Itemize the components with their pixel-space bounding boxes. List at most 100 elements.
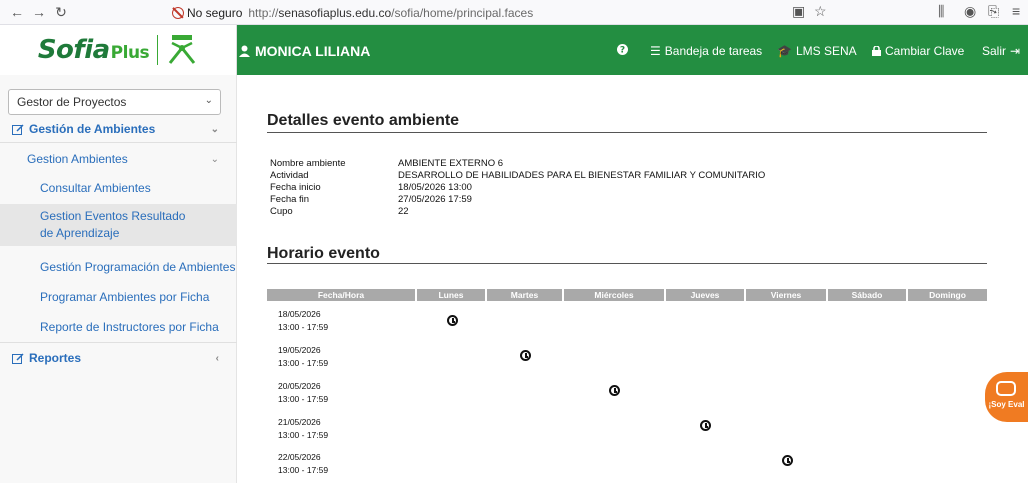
detail-value: 18/05/2026 13:00	[398, 182, 472, 193]
edit-icon	[12, 352, 24, 364]
schedule-date-cell: 21/05/2026 13:00 - 17:59	[278, 416, 328, 442]
schedule-row: 22/05/2026 13:00 - 17:59	[267, 447, 987, 483]
salir-link[interactable]: Salir ⇥	[982, 44, 1020, 58]
schedule-date-cell: 22/05/2026 13:00 - 17:59	[278, 451, 328, 477]
schedule-date: 20/05/2026	[278, 381, 321, 391]
top-nav-bar: MONICA LILIANA ? ☰ Bandeja de tareas 🎓 L…	[237, 25, 1028, 75]
detail-label: Fecha inicio	[270, 182, 321, 193]
user-menu[interactable]: MONICA LILIANA	[239, 43, 370, 59]
bandeja-tareas-link[interactable]: ☰ Bandeja de tareas	[650, 44, 762, 58]
detail-value: AMBIENTE EXTERNO 6	[398, 158, 504, 169]
chevron-down-icon: ⌄	[210, 153, 219, 165]
details-rule	[267, 132, 987, 133]
url-text[interactable]: http://senasofiaplus.edu.co/sofia/home/p…	[248, 6, 533, 20]
soy-eval-button[interactable]: ¡Soy Eval	[985, 372, 1028, 422]
schedule-header: Fecha/Hora Lunes Martes Miércoles Jueves…	[267, 289, 987, 301]
logo-main: Sofia	[37, 35, 110, 65]
schedule-row: 21/05/2026 13:00 - 17:59	[267, 412, 987, 448]
schedule-header-cell: Viernes	[746, 289, 828, 301]
detail-label: Nombre ambiente	[270, 158, 346, 169]
user-icon	[239, 45, 250, 57]
insecure-icon	[172, 6, 184, 19]
library-icon[interactable]: ⫼	[938, 3, 944, 20]
schedule-row: 20/05/2026 13:00 - 17:59	[267, 376, 987, 412]
extensions-icon[interactable]: ⎘	[988, 3, 999, 20]
menu-icon[interactable]: ≡	[1012, 3, 1020, 19]
clock-icon[interactable]	[782, 455, 793, 466]
bookmark-star-icon[interactable]: ☆	[814, 3, 827, 20]
detail-value: DESARROLLO DE HABILIDADES PARA EL BIENES…	[398, 170, 766, 181]
detail-row: Fecha fin 27/05/2026 17:59	[270, 194, 765, 206]
detail-label: Cupo	[270, 206, 293, 217]
url-prefix: http://	[248, 5, 279, 20]
menu-gestion-ambientes-label: Gestión de Ambientes	[29, 122, 156, 136]
menu-divider	[0, 142, 237, 143]
help-button[interactable]: ?	[617, 44, 628, 55]
sidebar: Gestor de Proyectos ⌄ Gestión de Ambient…	[0, 75, 237, 483]
user-name: MONICA LILIANA	[255, 43, 371, 59]
schedule-header-cell: Martes	[487, 289, 564, 301]
logo-wordmark: SofiaPlus	[37, 35, 150, 65]
cambiar-label: Cambiar Clave	[885, 44, 965, 58]
sidebar-item-label: Reporte de Instructores por Ficha	[40, 319, 219, 334]
schedule-time: 13:00 - 17:59	[278, 430, 329, 440]
schedule-row: 18/05/2026 13:00 - 17:59	[267, 304, 987, 340]
sidebar-item-gestion-programacion[interactable]: Gestión Programación de Ambientes	[0, 258, 237, 276]
cambiar-clave-link[interactable]: Cambiar Clave	[872, 44, 964, 58]
insecure-indicator[interactable]: No seguro	[172, 6, 242, 20]
schedule-header-cell: Sábado	[828, 289, 908, 301]
schedule-date: 22/05/2026	[278, 452, 321, 462]
schedule-date: 19/05/2026	[278, 345, 321, 355]
bandeja-label: Bandeja de tareas	[664, 44, 763, 58]
schedule-time: 13:00 - 17:59	[278, 465, 329, 475]
detail-label: Actividad	[270, 170, 309, 181]
reload-icon[interactable]: ↻	[50, 4, 72, 21]
sidebar-item-consultar-ambientes[interactable]: Consultar Ambientes	[0, 179, 237, 197]
project-select[interactable]: Gestor de Proyectos ⌄	[8, 89, 221, 115]
schedule-header-cell: Lunes	[417, 289, 487, 301]
sidebar-item-programar-ambientes[interactable]: Programar Ambientes por Ficha	[0, 288, 237, 306]
schedule-date: 18/05/2026	[278, 309, 321, 319]
schedule-time: 13:00 - 17:59	[278, 358, 329, 368]
project-select-value: Gestor de Proyectos	[17, 95, 127, 109]
clock-icon[interactable]	[609, 385, 620, 396]
submenu-gestion-ambientes[interactable]: Gestion Ambientes ⌄	[0, 150, 237, 168]
menu-gestion-ambientes[interactable]: Gestión de Ambientes ⌄	[0, 120, 237, 138]
forward-arrow-icon[interactable]: →	[28, 4, 50, 20]
schedule-date: 21/05/2026	[278, 417, 321, 427]
schedule-date-cell: 19/05/2026 13:00 - 17:59	[278, 344, 328, 370]
clock-icon[interactable]	[700, 420, 711, 431]
insecure-label: No seguro	[187, 5, 243, 20]
clock-icon[interactable]	[447, 315, 458, 326]
schedule-time: 13:00 - 17:59	[278, 322, 329, 332]
event-details: Nombre ambiente AMBIENTE EXTERNO 6 Activi…	[270, 158, 765, 218]
sign-out-icon: ⇥	[1010, 44, 1021, 58]
lms-sena-link[interactable]: 🎓 LMS SENA	[777, 44, 857, 58]
schedule-header-cell: Domingo	[929, 290, 966, 300]
schedule-header-cell: Jueves	[666, 289, 746, 301]
clock-icon[interactable]	[520, 350, 531, 361]
chevron-down-icon: ⌄	[204, 95, 213, 106]
menu-reportes-label: Reportes	[29, 351, 82, 365]
detail-row: Nombre ambiente AMBIENTE EXTERNO 6	[270, 158, 765, 170]
detail-row: Actividad DESARROLLO DE HABILIDADES PARA …	[270, 170, 765, 182]
sena-logo-icon	[169, 35, 196, 64]
robot-face-icon	[996, 381, 1016, 396]
schedule-rule	[267, 263, 987, 264]
back-arrow-icon[interactable]: ←	[6, 4, 28, 20]
sidebar-item-label: Gestión Programación de Ambientes	[40, 259, 236, 274]
account-icon[interactable]: ◉	[964, 3, 976, 20]
lms-label: LMS SENA	[795, 44, 857, 58]
sidebar-item-label: Consultar Ambientes	[40, 180, 151, 195]
url-host: senasofiaplus.edu.co	[278, 5, 392, 20]
lock-icon	[872, 46, 881, 56]
sidebar-item-reporte-instructores[interactable]: Reporte de Instructores por Ficha	[0, 318, 237, 336]
detail-row: Cupo 22	[270, 206, 765, 218]
screenshot-icon[interactable]: ▣	[792, 3, 805, 20]
menu-reportes[interactable]: Reportes ‹	[0, 349, 237, 367]
svg-text:?: ?	[620, 46, 625, 56]
sidebar-item-gestion-eventos[interactable]: Gestion Eventos Resultado de Aprendizaje	[0, 204, 237, 246]
sofia-logo[interactable]: SofiaPlus	[0, 25, 237, 75]
schedule-date-cell: 20/05/2026 13:00 - 17:59	[278, 380, 328, 406]
address-bar[interactable]: No seguro http://senasofiaplus.edu.co/so…	[168, 3, 858, 22]
